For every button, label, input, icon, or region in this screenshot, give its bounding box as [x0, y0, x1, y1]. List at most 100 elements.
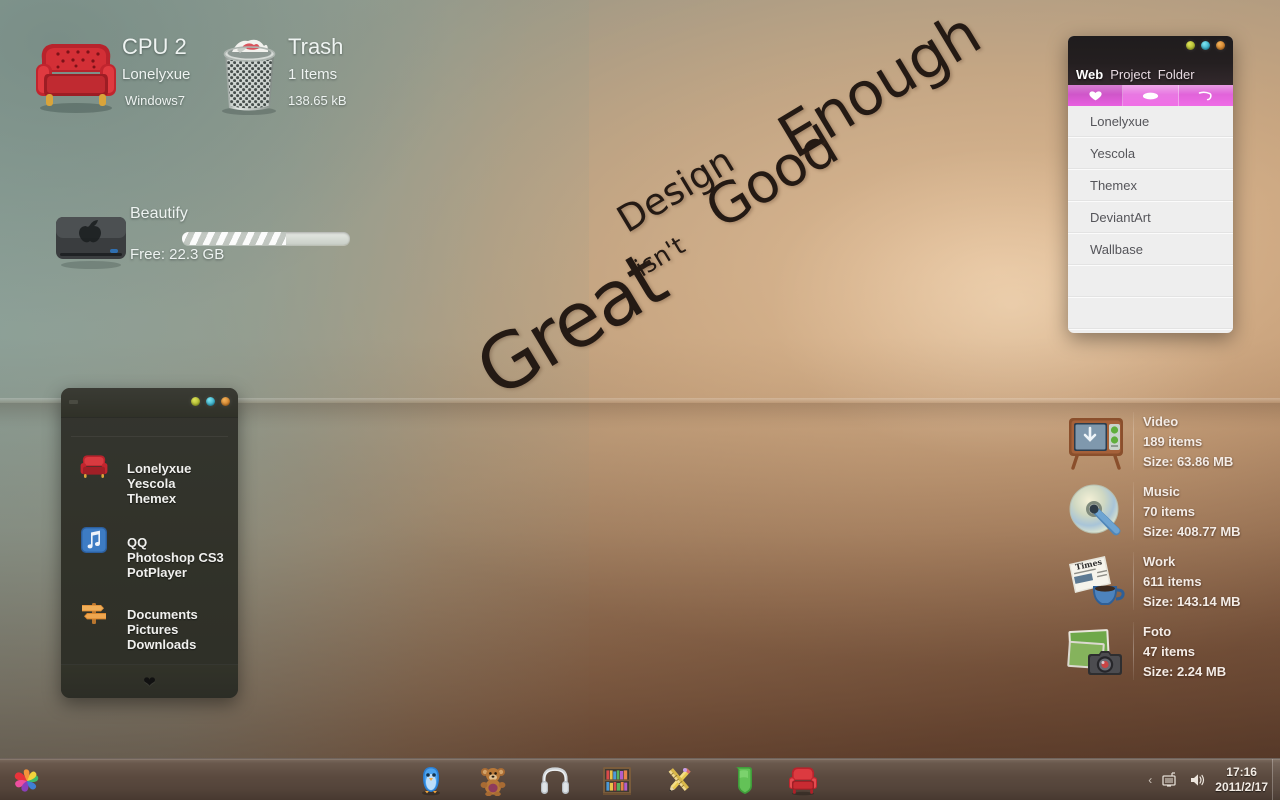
bookmark-row[interactable]: Yescola	[1068, 138, 1233, 170]
headphones-icon[interactable]	[539, 764, 571, 796]
armchair-icon	[36, 44, 116, 113]
launcher-group-items: QQ Photoshop CS3 PotPlayer	[127, 525, 238, 580]
music-note-icon[interactable]	[79, 525, 109, 555]
signpost-icon[interactable]	[79, 597, 109, 627]
bookmarks-tabs[interactable]: Web Project Folder	[1068, 67, 1233, 82]
bookmarks-tab-iconbar[interactable]	[1068, 85, 1233, 106]
teddy-bear-icon[interactable]	[477, 764, 509, 796]
trash-can-icon	[222, 39, 276, 115]
green-tag-icon[interactable]	[725, 764, 757, 796]
tv-icon[interactable]	[1065, 410, 1127, 472]
cd-disc-icon[interactable]	[1065, 480, 1127, 542]
launcher-item[interactable]: Lonelyxue	[127, 461, 238, 476]
folder-stat-item[interactable]: Times Work 611 items Size: 143.14 MB	[1065, 546, 1280, 616]
folder-stat-size: Size: 2.24 MB	[1143, 664, 1227, 679]
launcher-item[interactable]: Pictures	[127, 622, 238, 637]
launcher-group[interactable]: Documents Pictures Downloads	[61, 591, 238, 653]
volume-icon[interactable]	[1188, 771, 1206, 789]
oval-icon	[1142, 92, 1159, 99]
trash-item-count: 1 Items	[288, 66, 338, 83]
folder-stat-size: Size: 408.77 MB	[1143, 524, 1241, 539]
system-tray[interactable]: ‹ 17:16 2011/2/17	[1148, 759, 1272, 800]
hard-drive-icon	[56, 217, 126, 269]
folder-stat-item[interactable]: Music 70 items Size: 408.77 MB	[1065, 476, 1280, 546]
folder-stat-divider	[1133, 482, 1134, 540]
show-desktop-button[interactable]	[1272, 759, 1280, 800]
bookmark-row[interactable]: DeviantArt	[1068, 202, 1233, 234]
folder-stat-item[interactable]: Foto 47 items Size: 2.24 MB	[1065, 616, 1280, 686]
bookmark-row[interactable]: Lonelyxue	[1068, 106, 1233, 138]
launcher-item[interactable]: PotPlayer	[127, 565, 238, 580]
cpu-info-widget[interactable]: CPU 2 Lonelyxue Windows7	[30, 22, 230, 122]
chevron-left-icon[interactable]: ‹	[1148, 773, 1152, 787]
penguin-icon[interactable]	[415, 764, 447, 796]
network-icon[interactable]	[1161, 771, 1179, 789]
folder-stats-panel: Video 189 items Size: 63.86 MB Music 70 …	[1065, 406, 1280, 686]
tab-project[interactable]: Project	[1110, 67, 1150, 82]
folder-stat-text: Foto 47 items Size: 2.24 MB	[1143, 622, 1226, 682]
pinwheel-start-icon[interactable]	[8, 762, 46, 800]
trash-info-widget[interactable]: Trash 1 Items 138.65 kB	[212, 22, 412, 122]
newspaper-icon[interactable]: Times	[1065, 550, 1127, 612]
tab-icon-web[interactable]	[1068, 85, 1124, 106]
folder-stat-text: Work 611 items Size: 143.14 MB	[1143, 552, 1241, 612]
folder-stat-name: Work	[1143, 554, 1176, 569]
folder-stat-divider	[1133, 412, 1134, 470]
bookmarks-list[interactable]: Lonelyxue Yescola Themex DeviantArt Wall…	[1068, 106, 1233, 330]
drive-info-widget[interactable]: Beautify Free: 22.3 GB	[52, 205, 350, 270]
drive-free-space: Free: 22.3 GB	[130, 246, 225, 263]
launcher-titlebar[interactable]	[61, 388, 238, 418]
swoosh-icon	[1198, 91, 1212, 101]
armchair-icon[interactable]	[79, 451, 109, 481]
launcher-group[interactable]: QQ Photoshop CS3 PotPlayer	[61, 519, 238, 581]
tab-folder[interactable]: Folder	[1158, 67, 1195, 82]
tab-icon-folder[interactable]	[1178, 85, 1233, 106]
launcher-group-items: Lonelyxue Yescola Themex	[127, 451, 238, 506]
launcher-window-buttons[interactable]	[191, 397, 230, 406]
pencil-ruler-icon[interactable]	[663, 764, 695, 796]
bookmark-row[interactable]: Themex	[1068, 170, 1233, 202]
tab-web[interactable]: Web	[1076, 67, 1103, 82]
folder-stat-size: Size: 143.14 MB	[1143, 594, 1241, 609]
photos-icon[interactable]	[1065, 620, 1127, 682]
bookmark-row-empty[interactable]	[1068, 298, 1233, 330]
clock-date: 2011/2/17	[1215, 780, 1268, 794]
taskbar[interactable]: ‹ 17:16 2011/2/17	[0, 758, 1280, 800]
folder-stat-item[interactable]: Video 189 items Size: 63.86 MB	[1065, 406, 1280, 476]
clock-time: 17:16	[1226, 765, 1257, 779]
bookmark-row[interactable]: Wallbase	[1068, 234, 1233, 266]
launcher-item[interactable]: Yescola	[127, 476, 238, 491]
launcher-mini-glyph	[69, 400, 78, 404]
trash-title: Trash	[288, 34, 344, 59]
folder-stat-text: Music 70 items Size: 408.77 MB	[1143, 482, 1241, 542]
tab-icon-project[interactable]	[1123, 85, 1179, 106]
cpu-os: Windows7	[125, 93, 185, 108]
launcher-item[interactable]: Photoshop CS3	[127, 550, 238, 565]
close-dot-icon[interactable]	[221, 397, 230, 406]
launcher-item[interactable]: Downloads	[127, 637, 238, 652]
bookmarks-window-buttons[interactable]	[1186, 41, 1225, 50]
minimize-dot-icon[interactable]	[1186, 41, 1195, 50]
launcher-panel[interactable]: Lonelyxue Yescola Themex QQ Photoshop CS…	[61, 388, 238, 698]
maximize-dot-icon[interactable]	[1201, 41, 1210, 50]
launcher-item[interactable]: Themex	[127, 491, 238, 506]
heart-icon	[1089, 91, 1102, 101]
taskbar-clock[interactable]: 17:16 2011/2/17	[1215, 765, 1272, 795]
drive-name: Beautify	[130, 205, 188, 222]
bookmark-row-empty[interactable]	[1068, 266, 1233, 298]
heart-icon[interactable]: ❤	[143, 673, 156, 691]
cpu-title: CPU 2	[122, 34, 187, 59]
launcher-item[interactable]: Documents	[127, 607, 238, 622]
bookshelf-icon[interactable]	[601, 764, 633, 796]
bookmarks-header[interactable]: Web Project Folder	[1068, 36, 1233, 85]
launcher-footer[interactable]: ❤	[61, 664, 238, 698]
launcher-item[interactable]: QQ	[127, 535, 238, 550]
bookmarks-panel[interactable]: Web Project Folder Lonelyxue Yescola The…	[1068, 36, 1233, 333]
taskbar-icon-group[interactable]	[415, 759, 819, 800]
maximize-dot-icon[interactable]	[206, 397, 215, 406]
armchair-icon[interactable]	[787, 764, 819, 796]
minimize-dot-icon[interactable]	[191, 397, 200, 406]
launcher-group[interactable]: Lonelyxue Yescola Themex	[61, 445, 238, 507]
close-dot-icon[interactable]	[1216, 41, 1225, 50]
drive-usage-bar	[182, 232, 350, 245]
